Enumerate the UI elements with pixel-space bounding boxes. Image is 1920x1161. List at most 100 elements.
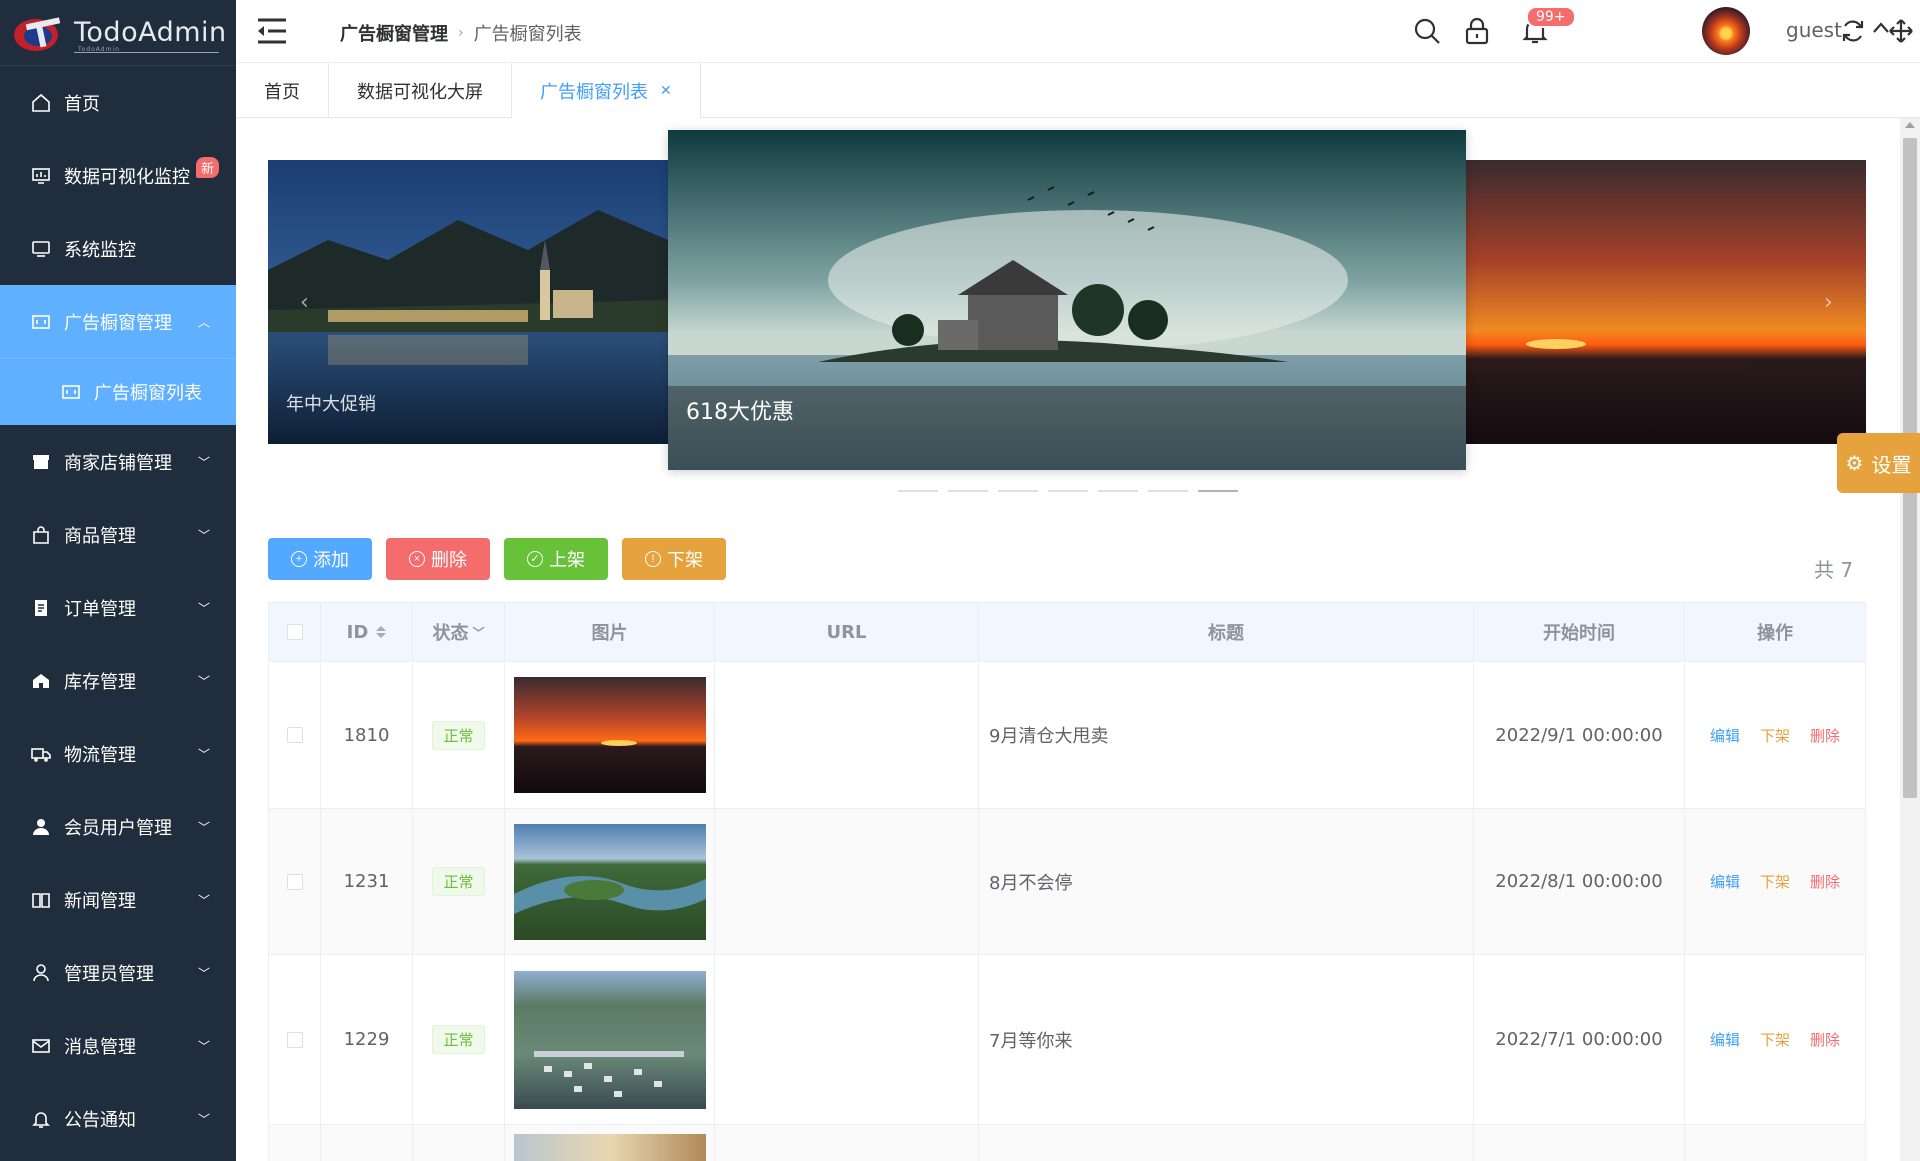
row-select-cell xyxy=(269,1125,321,1161)
carousel-indicators xyxy=(898,490,1238,492)
river-thumbnail[interactable] xyxy=(513,823,706,940)
tab-label: 首页 xyxy=(264,81,300,103)
sidebar-item-label: 消息管理 xyxy=(64,1036,136,1058)
carousel-indicator[interactable] xyxy=(998,490,1038,492)
row-select-cell xyxy=(269,809,321,954)
sidebar-item-goods[interactable]: 商品管理 ﹀ xyxy=(0,498,236,571)
lock-icon[interactable] xyxy=(1462,16,1492,46)
carousel-indicator[interactable] xyxy=(948,490,988,492)
carousel-slide-right[interactable]: › xyxy=(1466,160,1866,444)
username[interactable]: guest xyxy=(1786,18,1842,42)
status-cell xyxy=(413,1125,505,1161)
chevron-right-icon[interactable]: › xyxy=(1824,290,1833,315)
id-cell: 1810 xyxy=(321,662,413,808)
select-all-checkbox[interactable] xyxy=(286,624,303,640)
delete-button[interactable]: × 删除 xyxy=(386,538,490,580)
sidebar-item-news[interactable]: 新闻管理 ﹀ xyxy=(0,863,236,936)
url-cell xyxy=(715,955,979,1124)
chevron-down-icon: ﹀ xyxy=(197,893,210,907)
close-icon[interactable]: ✕ xyxy=(660,83,672,99)
chevron-right-icon: › xyxy=(458,25,464,41)
status-badge: 正常 xyxy=(432,867,485,896)
scrollbar[interactable] xyxy=(1900,118,1920,1161)
sidebar-item-orders[interactable]: 订单管理 ﹀ xyxy=(0,571,236,644)
chevron-up-icon[interactable] xyxy=(1872,20,1890,39)
status-badge: 正常 xyxy=(432,1025,485,1054)
chevron-down-icon: ﹀ xyxy=(197,966,210,980)
row-checkbox[interactable] xyxy=(286,873,303,890)
actions-cell xyxy=(1685,1125,1865,1161)
sidebar-item-ad-window[interactable]: 广告橱窗管理 ︿ xyxy=(0,285,236,358)
partial-thumbnail[interactable] xyxy=(513,1134,706,1161)
sidebar-item-admins[interactable]: 管理员管理 ﹀ xyxy=(0,936,236,1009)
sidebar-subitem-ad-list[interactable]: 广告橱窗列表 xyxy=(0,358,236,425)
carousel-indicator[interactable] xyxy=(1048,490,1088,492)
actions-cell: 编辑 下架 删除 xyxy=(1685,662,1865,808)
sidebar-item-system-monitor[interactable]: 系统监控 xyxy=(0,212,236,285)
sidebar-nav: 首页 数据可视化监控 新 系统监控 广告橱窗管理 ︿ 广告橱窗列表 商家店铺管理… xyxy=(0,66,236,1155)
carousel-indicator[interactable] xyxy=(1098,490,1138,492)
carousel-indicator-active[interactable] xyxy=(1198,490,1238,492)
chevron-down-icon: ﹀ xyxy=(197,674,210,688)
row-checkbox[interactable] xyxy=(286,727,303,743)
delete-link[interactable]: 删除 xyxy=(1810,1029,1840,1050)
column-header-id[interactable]: ID xyxy=(321,603,413,661)
column-label: 标题 xyxy=(1208,623,1244,644)
chevron-down-icon: ﹀ xyxy=(197,747,210,761)
fullscreen-move-icon[interactable] xyxy=(1886,16,1916,46)
sidebar-item-inventory[interactable]: 库存管理 ﹀ xyxy=(0,644,236,717)
tab-ad-list[interactable]: 广告橱窗列表 ✕ xyxy=(512,63,701,118)
ad-list-icon xyxy=(60,381,82,403)
carousel-slide-left[interactable]: ‹ 年中大促销 xyxy=(268,160,668,444)
edit-link[interactable]: 编辑 xyxy=(1710,1029,1740,1050)
offline-link[interactable]: 下架 xyxy=(1760,1029,1790,1050)
column-header-url: URL xyxy=(715,603,979,661)
logo[interactable]: TodoAdmin TodoAdmin xyxy=(0,0,236,66)
settings-button[interactable]: ⚙ 设置 xyxy=(1837,433,1920,493)
tab-home[interactable]: 首页 xyxy=(236,63,329,118)
table-header: ID 状态 ﹀ 图片 URL 标题 开始时间 操作 xyxy=(269,603,1865,661)
filter-chevron-icon[interactable]: ﹀ xyxy=(472,624,484,641)
sidebar-item-label: 会员用户管理 xyxy=(64,817,172,839)
column-header-status[interactable]: 状态 ﹀ xyxy=(413,603,505,661)
scroll-up-icon[interactable] xyxy=(1905,122,1915,128)
sidebar-item-label: 商家店铺管理 xyxy=(64,452,172,474)
search-icon[interactable] xyxy=(1412,16,1442,46)
offline-button[interactable]: ! 下架 xyxy=(622,538,726,580)
carousel-slide-center[interactable]: 618大优惠 xyxy=(668,130,1466,470)
sort-icon[interactable] xyxy=(376,626,387,638)
mail-icon xyxy=(30,1035,52,1057)
sidebar-item-data-monitor[interactable]: 数据可视化监控 新 xyxy=(0,139,236,212)
offline-link[interactable]: 下架 xyxy=(1760,725,1790,746)
avatar[interactable] xyxy=(1702,7,1750,55)
image-cell xyxy=(505,955,715,1124)
offline-link[interactable]: 下架 xyxy=(1760,871,1790,892)
delete-link[interactable]: 删除 xyxy=(1810,725,1840,746)
sidebar-item-home[interactable]: 首页 xyxy=(0,66,236,139)
sidebar-item-label: 管理员管理 xyxy=(64,963,154,985)
add-button[interactable]: + 添加 xyxy=(268,538,372,580)
sidebar-item-notices[interactable]: 公告通知 ﹀ xyxy=(0,1082,236,1155)
edit-link[interactable]: 编辑 xyxy=(1710,725,1740,746)
breadcrumb-item[interactable]: 广告橱窗管理 xyxy=(340,20,448,46)
sidebar-item-logistics[interactable]: 物流管理 ﹀ xyxy=(0,717,236,790)
tab-data-screen[interactable]: 数据可视化大屏 xyxy=(329,63,512,118)
carousel-indicator[interactable] xyxy=(1148,490,1188,492)
refresh-icon[interactable] xyxy=(1838,16,1868,46)
edit-link[interactable]: 编辑 xyxy=(1710,871,1740,892)
carousel-indicator[interactable] xyxy=(898,490,938,492)
logo-icon xyxy=(14,16,61,51)
sunset-thumbnail[interactable] xyxy=(513,677,706,793)
chevron-left-icon[interactable]: ‹ xyxy=(300,290,309,315)
sidebar-item-members[interactable]: 会员用户管理 ﹀ xyxy=(0,790,236,863)
id-cell: 1229 xyxy=(321,955,413,1124)
online-button[interactable]: ✓ 上架 xyxy=(504,538,608,580)
sidebar-item-messages[interactable]: 消息管理 ﹀ xyxy=(0,1009,236,1082)
menu-toggle-icon[interactable] xyxy=(256,17,288,45)
row-checkbox[interactable] xyxy=(286,1031,303,1048)
aerial-town-thumbnail[interactable] xyxy=(513,970,706,1109)
total-count: 共 7 xyxy=(1814,558,1854,582)
delete-link[interactable]: 删除 xyxy=(1810,871,1840,892)
sidebar-item-label: 库存管理 xyxy=(64,671,136,693)
sidebar-item-shop[interactable]: 商家店铺管理 ﹀ xyxy=(0,425,236,498)
